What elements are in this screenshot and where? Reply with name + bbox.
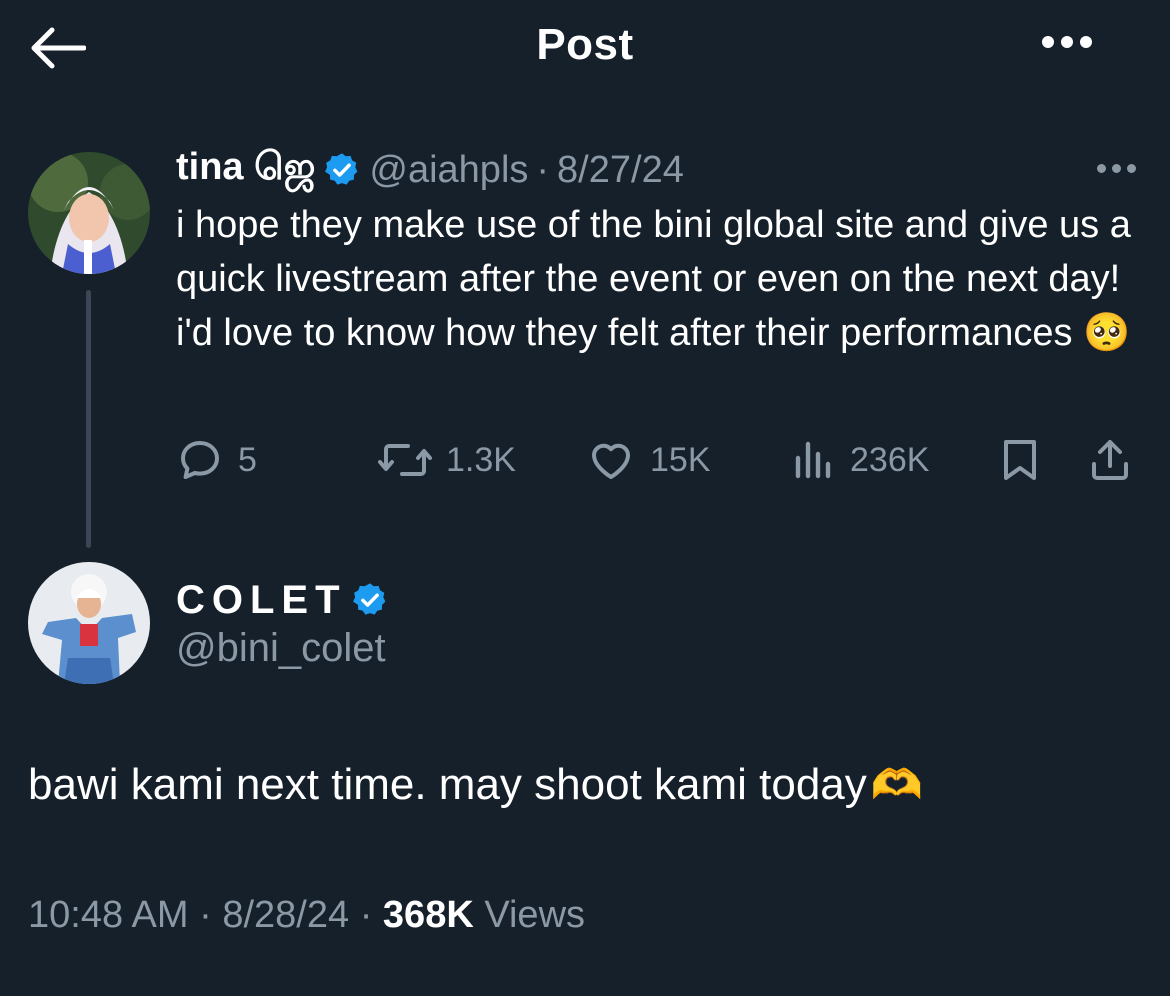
reply-button[interactable]: 5 — [176, 430, 257, 490]
heart-icon — [592, 443, 630, 479]
separator: · — [199, 894, 212, 936]
avatar[interactable] — [28, 562, 150, 684]
bookmark-button[interactable] — [998, 430, 1042, 490]
handle[interactable]: @aiahpls — [369, 149, 528, 192]
views-count: 368K — [382, 894, 474, 936]
reply-count: 5 — [238, 440, 257, 479]
avatar[interactable] — [28, 152, 150, 274]
post-date: 8/28/24 — [222, 894, 350, 936]
bookmark-icon — [1004, 440, 1036, 480]
share-button[interactable] — [1086, 430, 1134, 490]
share-icon — [1092, 440, 1128, 480]
repost-count: 1.3K — [446, 440, 516, 479]
post-date[interactable]: 8/27/24 — [557, 149, 684, 192]
page-title: Post — [536, 20, 634, 69]
handle[interactable]: @bini_colet — [176, 626, 386, 671]
view-count: 236K — [850, 440, 930, 479]
verified-badge-icon — [352, 583, 385, 615]
tweet-text: i hope they make use of the bini global … — [176, 204, 1131, 354]
views-chart-icon — [795, 441, 831, 479]
display-name[interactable]: tina ஜெ — [176, 146, 315, 194]
more-horizontal-icon — [1097, 164, 1106, 173]
main-tweet-name-row: COLET — [176, 572, 389, 628]
reply-icon — [181, 441, 219, 479]
post-time: 10:48 AM — [28, 894, 189, 936]
separator: · — [359, 894, 373, 936]
like-button[interactable]: 15K — [586, 430, 711, 490]
tweet-text-body: bawi kami next time. may shoot kami toda… — [28, 760, 867, 809]
separator: · — [536, 148, 550, 191]
tweet-more-button[interactable] — [1097, 164, 1136, 173]
heart-hands-emoji: 🫶 — [870, 760, 924, 808]
views-label[interactable]: Views — [484, 894, 585, 936]
parent-tweet-header: tina ஜெ @aiahpls · 8/27/24 — [176, 142, 684, 198]
more-horizontal-icon — [1042, 36, 1054, 48]
repost-button[interactable]: 1.3K — [378, 430, 516, 490]
tweet-actions: 5 1.3K 15K 236K — [176, 430, 1136, 490]
tweet-text: bawi kami next time. may shoot kami toda… — [28, 760, 923, 810]
tweet-metadata: 10:48 AM · 8/28/24 · 368K Views — [28, 894, 585, 937]
thread-line — [86, 290, 91, 548]
display-name[interactable]: COLET — [176, 578, 347, 623]
more-options-button[interactable] — [1042, 36, 1092, 48]
verified-badge-icon — [325, 153, 358, 185]
views-button[interactable]: 236K — [792, 430, 929, 490]
like-count: 15K — [650, 440, 711, 479]
repost-icon — [378, 444, 432, 476]
